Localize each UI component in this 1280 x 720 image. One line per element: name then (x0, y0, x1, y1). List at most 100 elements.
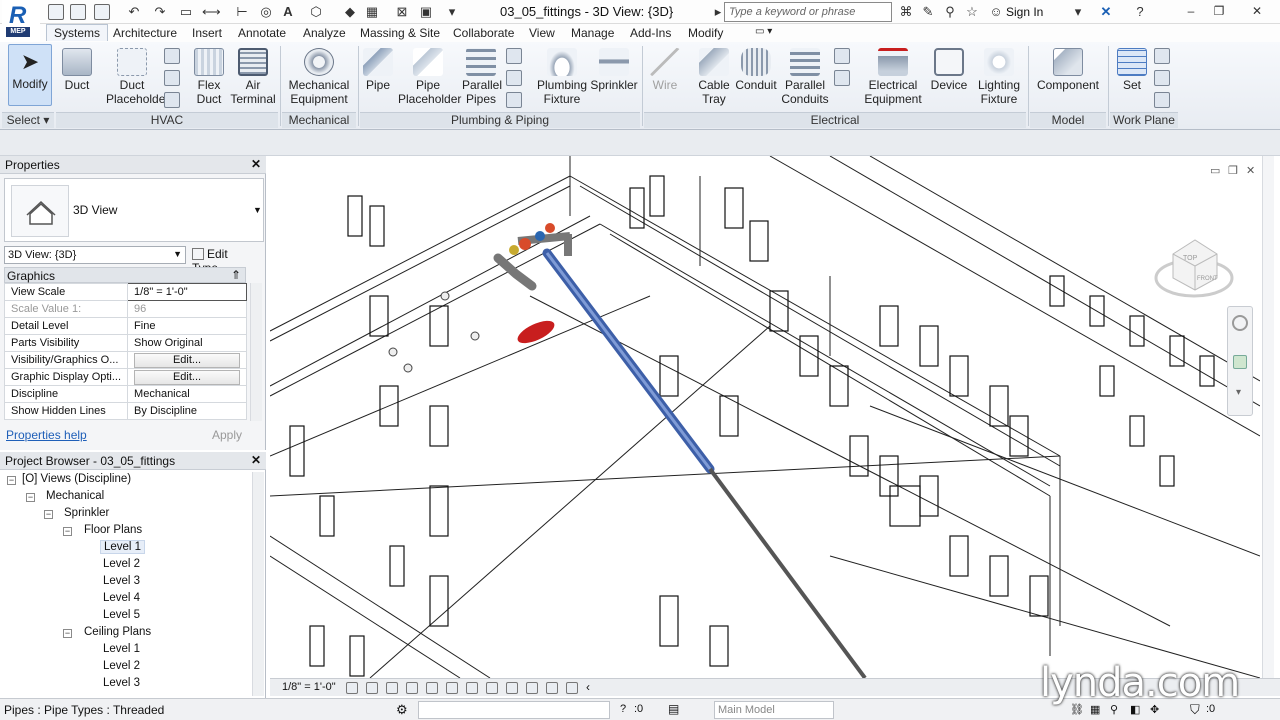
3d-view-canvas[interactable]: ▭ ❐ ✕ TOP FRONT ▾ (270, 156, 1260, 678)
duct-placeholder-button[interactable]: Duct Placeholder (106, 48, 169, 106)
collapse-icon[interactable]: − (7, 476, 16, 485)
reveal-hidden-icon[interactable] (526, 682, 538, 694)
tree-floor-level-2[interactable]: Level 2 (103, 558, 140, 570)
convert-to-flex-icon[interactable] (164, 92, 180, 108)
dropdown-icon[interactable]: ▾ (1070, 4, 1086, 20)
device-button[interactable]: Device (928, 48, 970, 92)
detail-level-icon[interactable] (346, 682, 358, 694)
subscription-icon[interactable]: ✎ (920, 4, 936, 20)
sun-path-icon[interactable] (386, 682, 398, 694)
measure-icon[interactable]: ⟷ (202, 4, 221, 20)
dimension-icon[interactable]: ⊢ (234, 4, 250, 20)
shadows-icon[interactable] (406, 682, 418, 694)
view-scale-input[interactable]: 1/8" = 1'-0" (127, 283, 247, 301)
tab-collaborate[interactable]: Collaborate (446, 25, 521, 41)
sign-in-link[interactable]: Sign In (1006, 5, 1043, 19)
close-hidden-icon[interactable]: ⊠ (394, 4, 410, 20)
lighting-fixture-button[interactable]: Lighting Fixture (974, 48, 1024, 106)
pipe-button[interactable]: Pipe (362, 48, 394, 92)
tree-floor-level-5[interactable]: Level 5 (103, 609, 140, 621)
analytical-model-icon[interactable] (566, 682, 578, 694)
conduit-button[interactable]: Conduit (734, 48, 778, 92)
duct-accessory-icon[interactable] (164, 70, 180, 86)
collapse-icon[interactable]: − (44, 510, 53, 519)
collapse-icon[interactable]: − (63, 629, 72, 638)
tab-systems[interactable]: Systems (46, 24, 109, 41)
pipe-grey[interactable] (708, 467, 867, 678)
viewport-minimize-icon[interactable]: ▭ (1210, 164, 1220, 177)
tab-architecture[interactable]: Architecture (106, 25, 184, 41)
show-workplane-icon[interactable] (1154, 48, 1170, 64)
tree-ceiling-level-3[interactable]: Level 3 (103, 677, 140, 689)
undo-icon[interactable]: ↶ (126, 4, 142, 20)
panel-select-label[interactable]: Select ▾ (2, 112, 54, 128)
communication-icon[interactable]: ⚲ (942, 4, 958, 20)
tab-insert[interactable]: Insert (185, 25, 229, 41)
crop-view-icon[interactable] (446, 682, 458, 694)
apply-button[interactable]: Apply (198, 426, 256, 444)
temp-hide-icon[interactable] (506, 682, 518, 694)
tree-floor-level-3[interactable]: Level 3 (103, 575, 140, 587)
tab-view[interactable]: View (522, 25, 562, 41)
tree-ceiling-plans[interactable]: Ceiling Plans (84, 626, 151, 638)
instance-filter-dropdown[interactable]: 3D View: {3D} ▼ (4, 246, 186, 264)
tree-floor-level-4[interactable]: Level 4 (103, 592, 140, 604)
property-value[interactable]: Show Original (127, 334, 247, 352)
cable-tray-button[interactable]: Cable Tray (694, 48, 734, 106)
editing-requests-icon[interactable]: ? (620, 703, 626, 715)
thin-lines-icon[interactable]: ▦ (364, 4, 380, 20)
sync-icon[interactable] (94, 4, 110, 20)
tab-annotate[interactable]: Annotate (231, 25, 293, 41)
visual-style-icon[interactable] (366, 682, 378, 694)
tab-modify[interactable]: Modify (681, 25, 730, 41)
view-scale-selector[interactable]: 1/8" = 1'-0" (282, 681, 336, 693)
properties-scrollbar[interactable] (250, 283, 262, 421)
collapse-icon[interactable]: − (63, 527, 72, 536)
lock-view-icon[interactable] (486, 682, 498, 694)
edit-type-button[interactable]: Edit Type (190, 246, 258, 275)
workset-dropdown[interactable] (418, 701, 610, 719)
duct-button[interactable]: Duct (58, 48, 96, 92)
property-value[interactable]: By Discipline (127, 402, 247, 420)
user-icon[interactable]: ☺ (988, 4, 1004, 20)
sprinkler-button[interactable]: Sprinkler (590, 48, 638, 92)
cable-tray-fitting-icon[interactable] (834, 48, 850, 64)
render-icon[interactable] (426, 682, 438, 694)
worksharing-display-icon[interactable] (546, 682, 558, 694)
tag-icon[interactable]: ◎ (258, 4, 274, 20)
equipment-red[interactable] (514, 316, 557, 347)
ribbon-minimize-icon[interactable]: ▭ ▾ (748, 25, 779, 38)
tree-sprinkler[interactable]: Sprinkler (64, 507, 109, 519)
browser-scrollbar[interactable] (252, 472, 264, 696)
text-icon[interactable]: A (280, 4, 296, 20)
switch-windows-icon[interactable]: ▣ (418, 4, 434, 20)
flex-pipe-icon[interactable] (506, 92, 522, 108)
section-icon[interactable]: ◆ (342, 4, 358, 20)
minimize-button[interactable]: – (1180, 2, 1202, 20)
restore-button[interactable]: ❐ (1208, 2, 1230, 20)
parallel-pipes-button[interactable]: Parallel Pipes (462, 48, 502, 106)
properties-help-link[interactable]: Properties help (6, 428, 87, 442)
type-selector[interactable]: 3D View ▼ (4, 178, 264, 242)
tab-analyze[interactable]: Analyze (296, 25, 353, 41)
help-search-input[interactable]: Type a keyword or phrase (724, 2, 892, 22)
show-crop-icon[interactable] (466, 682, 478, 694)
property-value[interactable]: Fine (127, 317, 247, 335)
parallel-conduits-button[interactable]: Parallel Conduits (780, 48, 830, 106)
wire-button[interactable]: Wire (648, 48, 682, 92)
tree-floor-plans[interactable]: Floor Plans (84, 524, 142, 536)
close-icon[interactable]: ✕ (251, 157, 261, 171)
close-button[interactable]: ✕ (1246, 2, 1268, 20)
graphics-group-header[interactable]: Graphics ⇑ (4, 267, 246, 283)
ref-plane-icon[interactable] (1154, 70, 1170, 86)
close-icon[interactable]: ✕ (251, 453, 261, 467)
tree-floor-level-1[interactable]: Level 1 (100, 540, 146, 554)
viewer-icon[interactable] (1154, 92, 1170, 108)
plumbing-fixture-button[interactable]: Plumbing Fixture (534, 48, 590, 106)
save-icon[interactable] (70, 4, 86, 20)
design-option-dropdown[interactable]: Main Model (714, 701, 834, 719)
steering-wheel-icon[interactable] (1232, 315, 1248, 331)
tree-ceiling-level-2[interactable]: Level 2 (103, 660, 140, 672)
tree-mechanical[interactable]: Mechanical (46, 490, 104, 502)
open-icon[interactable] (48, 4, 64, 20)
